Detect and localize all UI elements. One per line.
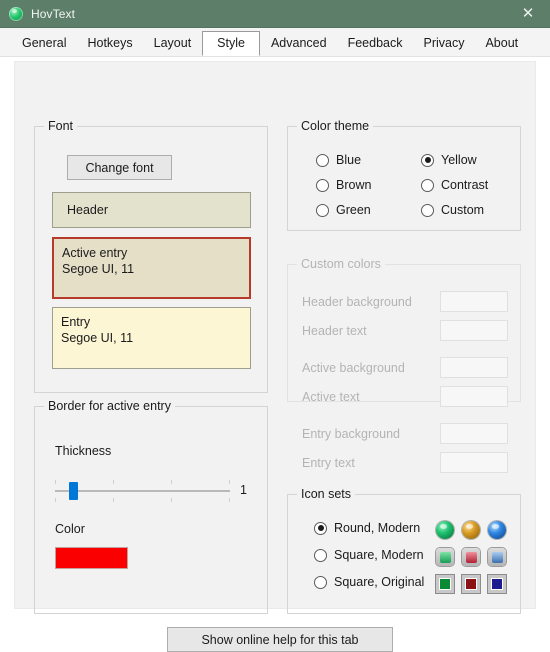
radio-circle-icon: [316, 203, 329, 217]
close-icon[interactable]: ✕: [506, 0, 550, 27]
radio-theme-brown[interactable]: Brown: [316, 178, 371, 192]
round-blue-icon: [488, 521, 506, 539]
round-orange-icon: [462, 521, 480, 539]
entry-preview-title: Entry: [61, 315, 91, 329]
tab-layout[interactable]: Layout: [144, 31, 202, 56]
custom-color-row-active-background: Active background: [302, 357, 508, 378]
style-tab-page: Font Change font Header Active entry Seg…: [0, 57, 550, 652]
iconset-preview-round-modern: [436, 521, 506, 539]
tab-feedback[interactable]: Feedback: [338, 31, 413, 56]
field-label: Entry background: [302, 426, 400, 441]
header-preview-box[interactable]: Header: [52, 192, 251, 228]
active-background-field: [440, 357, 508, 378]
radio-circle-icon: [316, 153, 329, 167]
entry-preview-detail: Segoe UI, 11: [61, 331, 134, 345]
tab-style[interactable]: Style: [202, 31, 260, 56]
tab-hotkeys[interactable]: Hotkeys: [77, 31, 142, 56]
square-original-red-icon: [462, 575, 480, 593]
border-group-legend: Border for active entry: [44, 399, 175, 413]
radio-label: Brown: [336, 178, 372, 192]
radio-label: Contrast: [441, 178, 489, 192]
custom-color-row-active-text: Active text: [302, 386, 508, 407]
square-modern-green-icon: [436, 548, 454, 566]
active-preview-detail: Segoe UI, 11: [62, 262, 135, 276]
radio-label: Yellow: [441, 153, 477, 167]
square-original-green-icon: [436, 575, 454, 593]
radio-label: Custom: [441, 203, 485, 217]
radio-iconset-square-modern[interactable]: Square, Modern: [314, 548, 454, 562]
settings-panel: Font Change font Header Active entry Seg…: [14, 61, 536, 652]
radio-iconset-round-modern[interactable]: Round, Modern: [314, 521, 454, 535]
radio-theme-blue[interactable]: Blue: [316, 153, 361, 167]
border-color-label: Color: [55, 522, 85, 536]
thickness-slider[interactable]: [55, 480, 230, 502]
slider-ticks: [55, 480, 230, 502]
radio-theme-custom[interactable]: Custom: [421, 203, 484, 217]
slider-thumb[interactable]: [69, 482, 78, 500]
border-group: Border for active entry Thickness 1 Colo…: [34, 399, 268, 614]
tab-advanced[interactable]: Advanced: [261, 31, 337, 56]
active-entry-preview-box[interactable]: Active entry Segoe UI, 11: [52, 237, 251, 299]
show-online-help-button[interactable]: Show online help for this tab: [167, 627, 393, 652]
radio-theme-contrast[interactable]: Contrast: [421, 178, 488, 192]
radio-iconset-square-original[interactable]: Square, Original: [314, 575, 454, 589]
color-theme-group: Color theme Blue Brown Green Yellow Cont…: [287, 119, 521, 231]
radio-theme-yellow[interactable]: Yellow: [421, 153, 477, 167]
color-theme-legend: Color theme: [297, 119, 374, 133]
radio-circle-icon: [421, 203, 434, 217]
tab-general[interactable]: General: [12, 31, 76, 56]
field-label: Header background: [302, 294, 412, 309]
radio-label: Green: [336, 203, 371, 217]
header-background-field: [440, 291, 508, 312]
square-modern-red-icon: [462, 548, 480, 566]
thickness-label: Thickness: [55, 444, 112, 458]
icon-sets-group: Icon sets Round, Modern Square, Modern S…: [287, 487, 521, 614]
tab-strip: General Hotkeys Layout Style Advanced Fe…: [0, 28, 550, 57]
icon-sets-legend: Icon sets: [297, 487, 356, 501]
radio-circle-icon: [316, 178, 329, 192]
square-original-blue-icon: [488, 575, 506, 593]
header-preview-title: Header: [67, 203, 108, 217]
custom-color-row-entry-background: Entry background: [302, 423, 508, 444]
iconset-preview-square-modern: [436, 548, 506, 566]
entry-background-field: [440, 423, 508, 444]
entry-text-field: [440, 452, 508, 473]
change-font-button[interactable]: Change font: [67, 155, 172, 180]
radio-theme-green[interactable]: Green: [316, 203, 371, 217]
active-text-field: [440, 386, 508, 407]
field-label: Active text: [302, 389, 360, 404]
window-title: HovText: [31, 6, 76, 21]
custom-colors-group: Custom colors Header background Header t…: [287, 257, 521, 473]
entry-preview-box[interactable]: Entry Segoe UI, 11: [52, 307, 251, 369]
radio-circle-icon: [314, 575, 327, 589]
radio-label: Blue: [336, 153, 362, 167]
custom-color-row-header-text: Header text: [302, 320, 508, 341]
field-label: Entry text: [302, 455, 355, 470]
active-preview-title: Active entry: [62, 246, 128, 260]
tab-privacy[interactable]: Privacy: [413, 31, 474, 56]
radio-circle-icon: [421, 178, 434, 192]
iconset-preview-square-original: [436, 575, 506, 593]
font-group: Font Change font Header Active entry Seg…: [34, 119, 268, 393]
header-text-field: [440, 320, 508, 341]
title-bar: HovText ✕: [0, 0, 550, 28]
radio-circle-icon: [314, 521, 327, 535]
square-modern-blue-icon: [488, 548, 506, 566]
field-label: Header text: [302, 323, 367, 338]
custom-colors-legend: Custom colors: [297, 257, 385, 271]
custom-color-row-entry-text: Entry text: [302, 452, 508, 473]
round-green-icon: [436, 521, 454, 539]
thickness-value: 1: [240, 483, 247, 497]
field-label: Active background: [302, 360, 405, 375]
font-group-legend: Font: [44, 119, 78, 133]
tab-about[interactable]: About: [475, 31, 528, 56]
custom-color-row-header-background: Header background: [302, 291, 508, 312]
radio-circle-icon: [314, 548, 327, 562]
radio-circle-icon: [421, 153, 434, 167]
border-color-swatch[interactable]: [55, 547, 128, 569]
app-circle-icon: [9, 6, 23, 21]
